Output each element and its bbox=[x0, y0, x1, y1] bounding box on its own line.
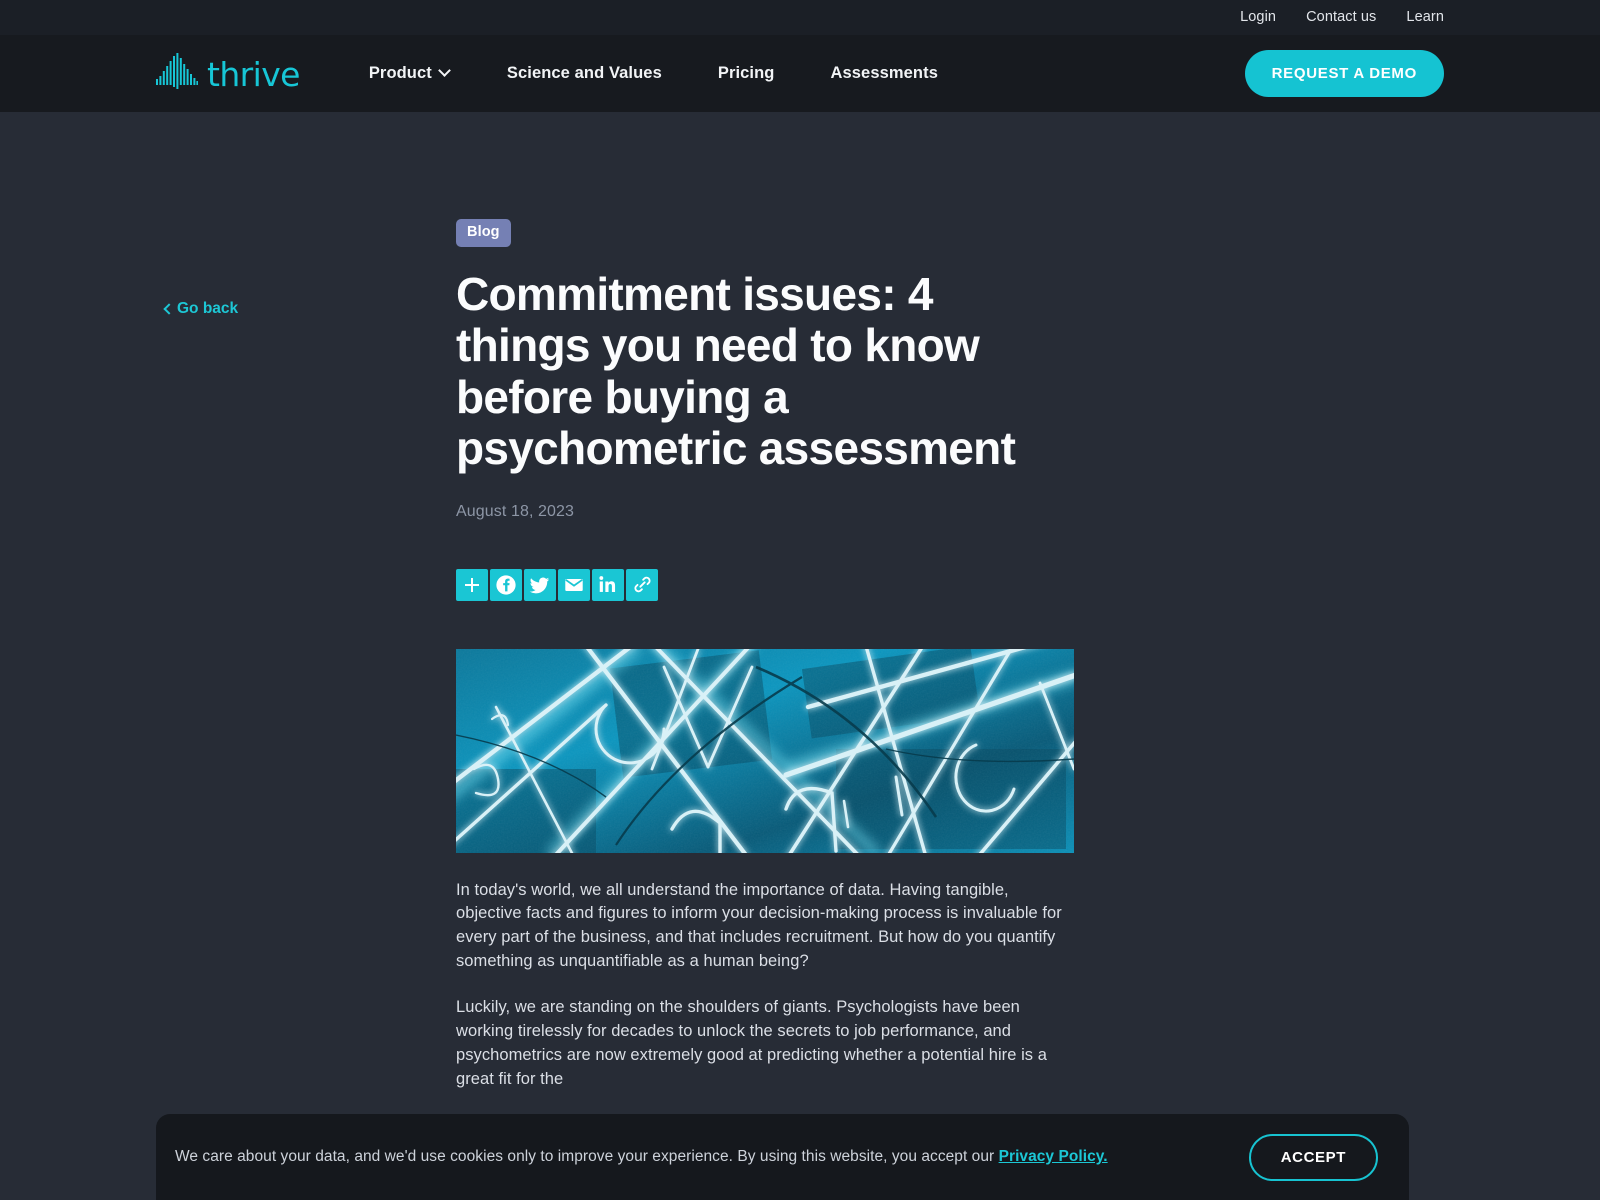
nav-item-science-and-values[interactable]: Science and Values bbox=[479, 64, 690, 83]
facebook-icon bbox=[495, 574, 517, 596]
email-icon bbox=[563, 574, 585, 596]
accept-cookies-button[interactable]: ACCEPT bbox=[1248, 1133, 1378, 1181]
plus-share-icon bbox=[462, 575, 482, 595]
linkedin-icon bbox=[598, 574, 619, 595]
nav-item-product[interactable]: Product bbox=[369, 64, 479, 83]
utility-link-login[interactable]: Login bbox=[1240, 10, 1276, 25]
share-buttons bbox=[456, 568, 1076, 601]
share-copy-link-button[interactable] bbox=[626, 568, 658, 601]
brand-logo-link[interactable]: thrive bbox=[156, 53, 300, 94]
go-back-label: Go back bbox=[177, 300, 239, 317]
share-facebook-button[interactable] bbox=[490, 568, 522, 601]
article-paragraph: In today's world, we all understand the … bbox=[456, 880, 1062, 971]
page-title: Commitment issues: 4 things you need to … bbox=[456, 267, 1016, 475]
waveform-bars-logo-icon bbox=[156, 53, 198, 94]
nav-links: Product Science and Values Pricing Asses… bbox=[369, 64, 966, 83]
utility-link-contact-us[interactable]: Contact us bbox=[1306, 10, 1376, 25]
request-a-demo-button[interactable]: REQUEST A DEMO bbox=[1244, 50, 1444, 97]
share-more-button[interactable] bbox=[456, 568, 488, 601]
utility-bar: Login Contact us Learn bbox=[0, 0, 1600, 35]
article-body: In today's world, we all understand the … bbox=[456, 879, 1076, 1092]
share-twitter-button[interactable] bbox=[524, 568, 556, 601]
article-paragraph: Luckily, we are standing on the shoulder… bbox=[456, 998, 1047, 1089]
cookie-consent-text: We care about your data, and we'd use co… bbox=[175, 1148, 1108, 1166]
article: Blog Commitment issues: 4 things you nee… bbox=[456, 219, 1076, 1114]
cookie-consent-banner: We care about your data, and we'd use co… bbox=[156, 1114, 1409, 1200]
chevron-down-icon bbox=[440, 66, 451, 77]
publish-date: August 18, 2023 bbox=[456, 502, 575, 520]
cookie-consent-message: We care about your data, and we'd use co… bbox=[175, 1148, 999, 1165]
privacy-policy-link[interactable]: Privacy Policy. bbox=[999, 1148, 1108, 1165]
twitter-icon bbox=[529, 574, 551, 596]
share-linkedin-button[interactable] bbox=[592, 568, 624, 601]
hero-image bbox=[456, 648, 1074, 853]
go-back-link[interactable]: Go back bbox=[163, 300, 238, 318]
utility-link-learn[interactable]: Learn bbox=[1406, 10, 1444, 25]
nav-item-product-label: Product bbox=[368, 64, 432, 82]
status-badge: Blog bbox=[456, 219, 511, 247]
nav-item-pricing[interactable]: Pricing bbox=[690, 64, 803, 83]
copy-link-icon bbox=[632, 574, 653, 595]
nav-item-assessments[interactable]: Assessments bbox=[802, 64, 966, 83]
share-email-button[interactable] bbox=[558, 568, 590, 601]
main-navigation-bar: thrive Product Science and Values Pricin… bbox=[0, 35, 1600, 112]
brand-wordmark: thrive bbox=[207, 55, 300, 94]
chevron-left-icon bbox=[163, 305, 171, 313]
